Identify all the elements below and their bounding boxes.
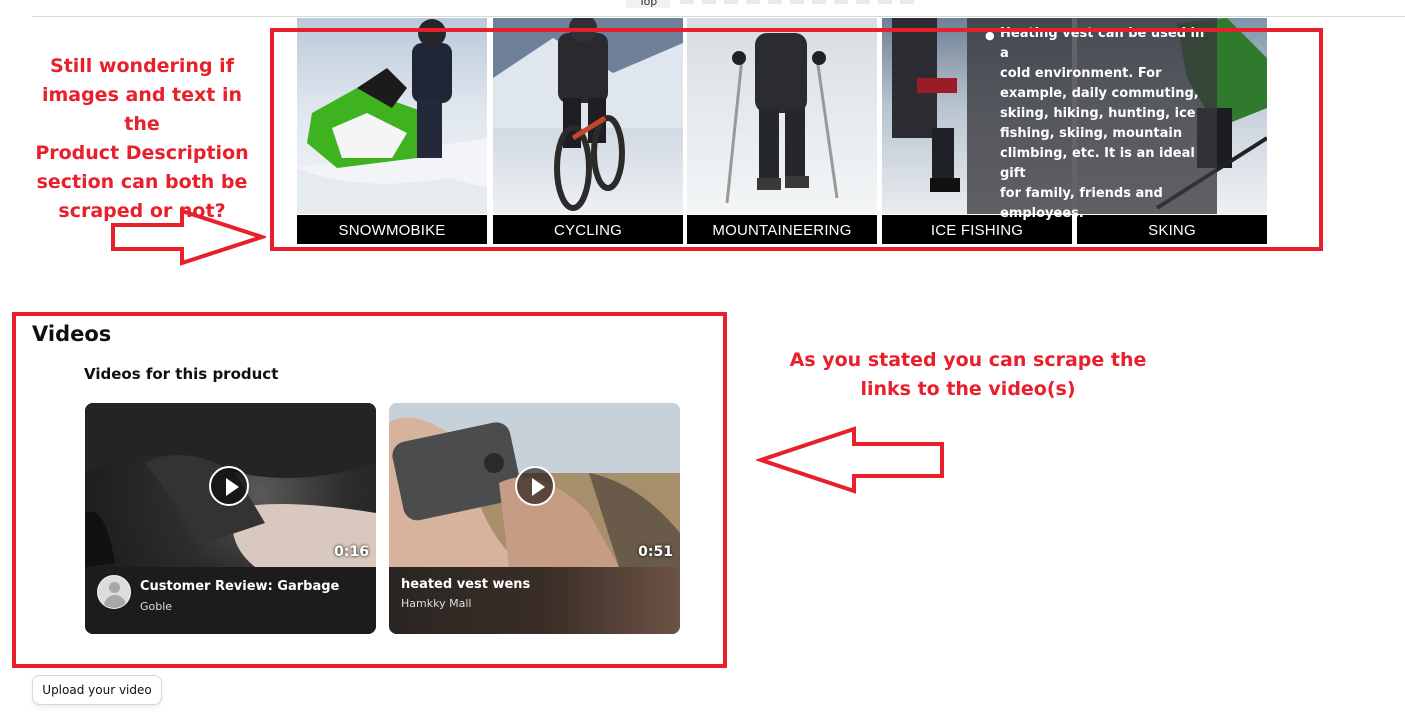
video-duration: 0:51 [638,544,673,560]
play-icon[interactable] [515,466,555,506]
top-tab[interactable]: Top [626,0,670,8]
upload-video-button[interactable]: Upload your video [32,675,162,705]
video-author: Goble [140,600,173,613]
video-author: Hamkky Mall [401,597,472,610]
note-line: images and text in the [41,84,243,135]
arrow-right-icon [111,208,266,266]
arrow-left-icon [756,426,944,494]
video-title[interactable]: heated vest wens [401,577,530,592]
play-icon[interactable] [209,466,249,506]
annotation-note-left: Still wondering if images and text in th… [22,52,262,226]
note-line: As you stated you can scrape the [789,349,1147,371]
video-title[interactable]: Customer Review: Garbage [140,579,339,594]
note-line: links to the video(s) [860,378,1076,400]
top-divider [32,16,1405,17]
videos-title: Videos [32,322,112,346]
top-faint-strip [680,0,920,4]
video-card[interactable]: 0:16 Customer Review: Garbage Goble [85,403,376,634]
note-line: Product Description [35,142,249,164]
video-duration: 0:16 [334,544,369,560]
video-info: Customer Review: Garbage Goble [85,567,376,634]
annotation-box-description [270,28,1323,251]
note-line: section can both be [36,171,248,193]
video-card[interactable]: 0:51 heated vest wens Hamkky Mall [389,403,680,634]
note-line: Still wondering if [50,55,234,77]
avatar-icon [97,575,131,609]
annotation-note-right: As you stated you can scrape the links t… [782,346,1154,404]
videos-subtitle: Videos for this product [84,365,279,383]
video-info: heated vest wens Hamkky Mall [389,567,680,634]
